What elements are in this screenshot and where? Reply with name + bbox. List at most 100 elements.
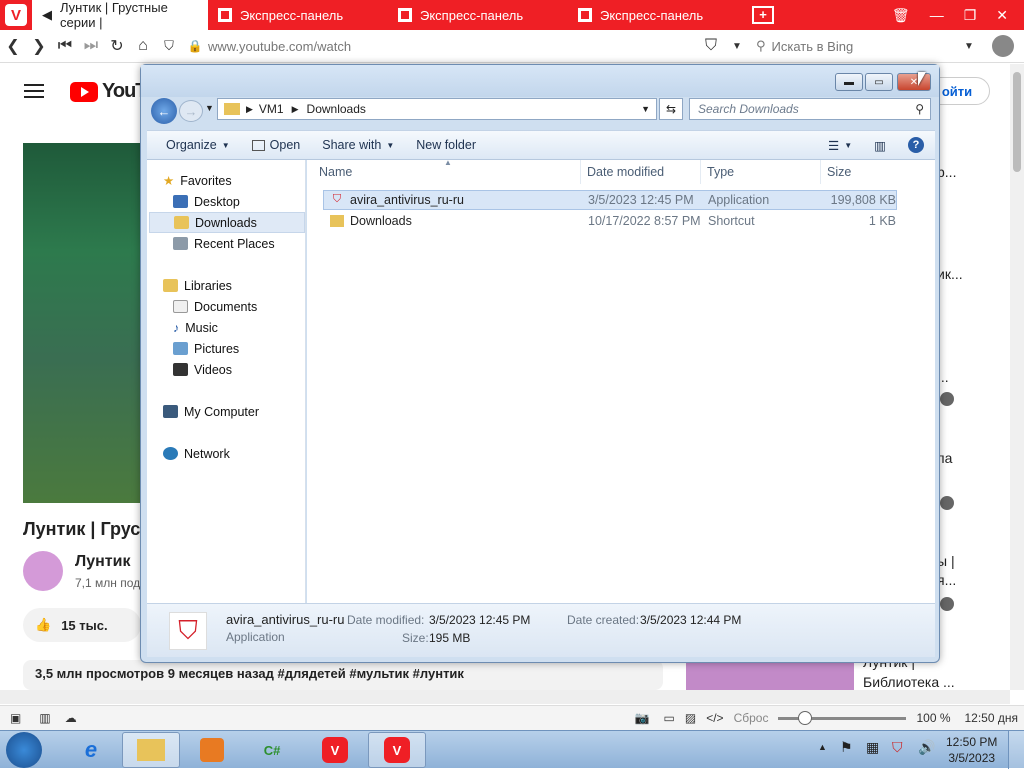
dropdown-icon[interactable]: ▼ [724,41,750,52]
channel-name[interactable]: Лунтик [75,553,130,571]
fastforward-icon[interactable]: ⏭ [78,37,104,55]
nav-pictures[interactable]: Pictures [163,338,303,359]
help-icon[interactable]: ? [897,137,935,153]
pictures-icon [173,342,188,355]
explorer-search-input[interactable]: Search Downloads ⚲ [689,98,931,120]
panel-toggle-icon[interactable]: ▣ [10,711,21,725]
libraries-icon [163,279,178,292]
breadcrumb-vm1[interactable]: VM1 [259,102,284,116]
back-icon[interactable]: ❮ [0,36,26,56]
details-modified-value: 3/5/2023 12:45 PM [429,613,531,627]
file-row[interactable]: Downloads 10/17/2022 8:57 PM Shortcut 1 … [323,211,897,231]
refresh-icon[interactable]: ⇆ [659,98,683,120]
nav-libraries[interactable]: Libraries [163,275,303,296]
nav-music[interactable]: ♪ Music [163,317,303,338]
tab-tiling-icon[interactable]: ▥ [39,711,50,725]
nav-downloads[interactable]: Downloads [149,212,305,233]
maximize-button[interactable]: ▭ [865,73,893,91]
suggested-thumbnail[interactable] [686,660,854,690]
media-player-taskbar-icon[interactable] [183,732,241,768]
page-tiling-icon[interactable]: ▭ [664,711,675,725]
share-with-button[interactable]: Share with ▼ [311,138,405,152]
column-type[interactable]: Type [701,160,821,184]
page-scrollbar[interactable] [1010,64,1024,690]
network-tray-icon[interactable]: ▦ [866,739,879,756]
vivaldi-taskbar-icon[interactable]: V [306,732,364,768]
nav-my-computer[interactable]: My Computer [163,401,303,422]
profile-avatar[interactable] [992,35,1014,57]
windows-taskbar: e C# V V ▲ ⚑ ▦ ⛉ 🔊 12:50 PM 3/5/2023 [0,730,1024,769]
ie-taskbar-icon[interactable]: e [62,732,120,768]
nav-recent-places[interactable]: Recent Places [163,233,303,254]
file-type: Application [708,193,770,207]
tray-expand-icon[interactable]: ▲ [818,742,827,752]
nav-favorites[interactable]: ★ Favorites [163,170,303,191]
window-titlebar[interactable] [141,65,939,97]
url-field[interactable]: www.youtube.com/watch [208,39,698,54]
nav-desktop[interactable]: Desktop [163,191,303,212]
rewind-icon[interactable]: ⏮ [52,37,78,55]
details-kind: Application [226,630,285,644]
show-desktop-button[interactable] [1008,731,1024,769]
camera-icon[interactable]: 📷 [635,711,650,725]
preview-pane-icon[interactable]: ▥ [863,138,897,153]
avira-icon: ⛉ [332,193,342,205]
csharp-taskbar-icon[interactable]: C# [243,732,301,768]
minimize-icon[interactable]: — [930,7,944,24]
new-tab-button[interactable]: + [752,6,774,24]
address-dropdown-icon[interactable]: ▼ [641,104,650,114]
tab-express-2[interactable]: Экспресс-панель [388,0,568,30]
close-icon[interactable]: ✕ [996,7,1008,24]
file-row[interactable]: ⛉ avira_antivirus_ru-ru 3/5/2023 12:45 P… [323,190,897,210]
explorer-taskbar-icon[interactable] [122,732,180,768]
home-icon[interactable]: ⌂ [130,37,156,55]
new-folder-button[interactable]: New folder [405,138,487,152]
like-button[interactable]: 👍 15 тыс. [23,608,141,642]
minimize-button[interactable]: ▬ [835,73,863,91]
thumbs-up-icon: 👍 [35,617,52,632]
code-icon[interactable]: </> [706,711,723,725]
vivaldi-menu-button[interactable]: V [0,4,32,26]
taskbar-clock[interactable]: 12:50 PM 3/5/2023 [946,734,997,766]
bookmark-icon[interactable]: ⛉ [698,37,724,55]
view-options-icon[interactable]: ☰ ▼ [817,138,863,153]
search-field[interactable]: ⚲ Искать в Bing [756,38,956,54]
column-size[interactable]: Size [821,160,921,184]
trash-icon[interactable]: 🗑 [892,7,910,24]
search-dropdown-icon[interactable]: ▼ [956,41,982,52]
search-icon: ⚲ [756,38,766,53]
shield-icon[interactable]: ⛉ [156,38,182,54]
back-arrow-icon[interactable]: ← [151,98,177,124]
forward-icon[interactable]: ❯ [26,36,52,56]
verified-icon [940,392,954,406]
recent-dropdown-icon[interactable]: ▼ [205,103,214,113]
reload-icon[interactable]: ↻ [104,36,130,56]
explorer-address-bar[interactable]: ▶ VM1 ▶ Downloads ▼ [217,98,657,120]
organize-button[interactable]: Organize ▼ [155,138,241,152]
breadcrumb-downloads[interactable]: Downloads [307,102,366,116]
nav-documents[interactable]: Documents [163,296,303,317]
forward-arrow-icon[interactable]: → [179,100,203,122]
nav-videos[interactable]: Videos [163,359,303,380]
volume-icon[interactable]: 🔊 [918,739,935,756]
tab-express-1[interactable]: Экспресс-панель [208,0,388,30]
flag-icon[interactable]: ⚑ [840,739,853,756]
file-size: 199,808 KB [830,193,896,207]
tab-express-3[interactable]: Экспресс-панель [568,0,748,30]
channel-avatar[interactable] [23,551,63,591]
image-icon[interactable]: ▨ [685,711,696,725]
tab-active[interactable]: ◀ Лунтик | Грустные серии | [32,0,208,30]
grid-icon [398,8,412,22]
open-button[interactable]: Open [241,138,312,152]
restore-icon[interactable]: ❐ [964,7,977,24]
zoom-reset-button[interactable]: Сброс [734,711,769,725]
menu-icon[interactable] [24,84,44,98]
horizontal-scrollbar[interactable] [0,690,1010,704]
nav-network[interactable]: Network [163,443,303,464]
cloud-icon[interactable]: ☁ [65,711,77,725]
zoom-slider[interactable] [778,710,907,725]
security-tray-icon[interactable]: ⛉ [892,739,903,756]
column-date-modified[interactable]: Date modified [581,160,701,184]
start-button[interactable] [6,732,42,768]
vivaldi-taskbar-icon-active[interactable]: V [368,732,426,768]
